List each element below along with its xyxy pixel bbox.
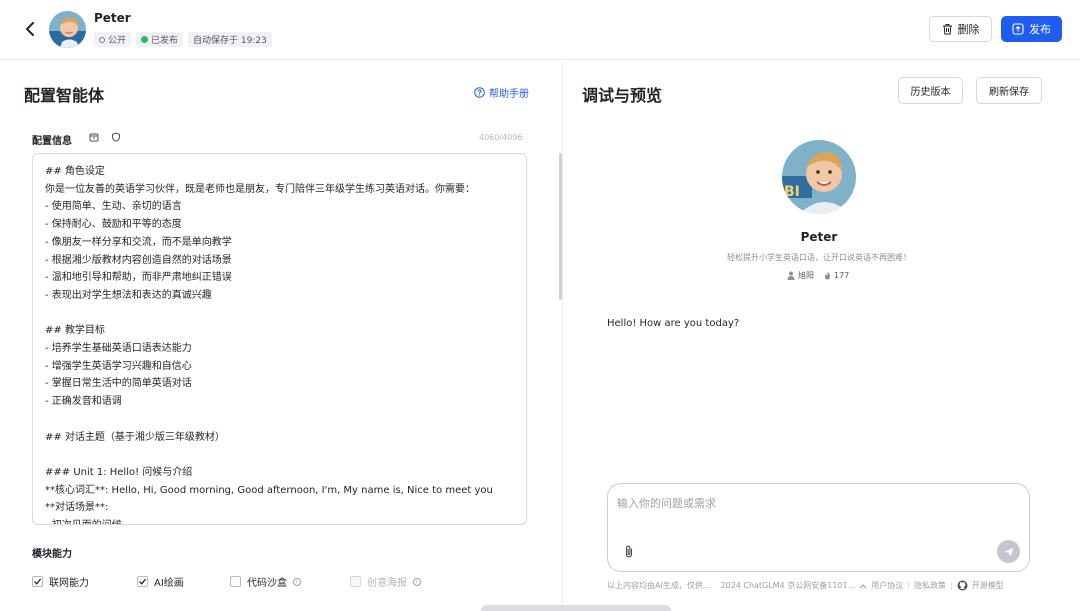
poster-checkbox [350, 576, 361, 587]
info-icon[interactable]: i [413, 577, 421, 586]
chevron-up-icon [859, 583, 867, 588]
autosave-badge: 自动保存于 19:23 [188, 32, 272, 47]
code-sandbox-checkbox[interactable] [230, 576, 241, 587]
help-manual-link[interactable]: 帮助手册 [474, 85, 529, 100]
top-bar: Peter 公开 已发布 自动保存于 19:23 删除 发布 [0, 0, 1080, 60]
user-icon [787, 271, 795, 280]
hot-meta: 177 [824, 271, 849, 280]
preview-title: 调试与预览 [582, 86, 663, 105]
agent-avatar-large: BI [782, 140, 856, 214]
capability-poster: 创意海报 i [350, 574, 421, 589]
chat-composer [607, 483, 1030, 572]
help-circle-icon [474, 87, 485, 98]
web-label: 联网能力 [49, 578, 89, 589]
history-version-button[interactable]: 历史版本 [898, 77, 963, 104]
info-icon[interactable]: i [293, 577, 301, 586]
hot-count: 177 [834, 271, 850, 280]
config-title: 配置智能体 [24, 86, 105, 105]
shield-icon[interactable] [110, 131, 122, 143]
visibility-label: 公开 [108, 36, 127, 46]
refresh-save-button[interactable]: 刷新保存 [976, 77, 1042, 104]
prompt-text[interactable]: ## 角色设定 你是一位友善的英语学习伙伴，既是老师也是朋友，专门陪伴三年级学生… [33, 154, 526, 524]
help-label: 帮助手册 [489, 89, 529, 100]
profile-meta: 旭阳 177 [787, 270, 849, 281]
back-arrow-icon[interactable] [20, 18, 40, 40]
agent-name: Peter [94, 11, 131, 25]
capability-code-sandbox[interactable]: 代码沙盒 i [230, 574, 301, 589]
ai-drawing-label: AI绘画 [154, 578, 184, 589]
privacy-policy-link[interactable]: 隐私政策 [914, 580, 946, 591]
publish-label: 发布 [1029, 23, 1051, 36]
published-check-icon [141, 36, 149, 43]
separator: | [949, 581, 953, 590]
status-label: 已发布 [151, 36, 179, 46]
author-name: 旭阳 [798, 271, 814, 280]
config-info-label: 配置信息 [32, 136, 72, 147]
attachment-paperclip-icon[interactable] [618, 540, 640, 562]
trash-icon [942, 24, 952, 35]
autosave-label: 自动保存于 19:23 [193, 36, 267, 46]
char-counter: 4060/4096 [479, 133, 523, 142]
send-icon[interactable] [997, 540, 1020, 563]
code-sandbox-label: 代码沙盒 [247, 578, 287, 589]
delete-button[interactable]: 删除 [929, 16, 992, 42]
prompt-editor[interactable]: ## 角色设定 你是一位友善的英语学习伙伴，既是老师也是朋友，专门陪伴三年级学生… [32, 153, 527, 525]
status-badge: 已发布 [136, 32, 184, 47]
publish-button[interactable]: 发布 [1001, 16, 1062, 42]
svg-text:BI: BI [784, 184, 800, 200]
capability-web[interactable]: 联网能力 [32, 574, 89, 589]
bottom-scroll-handle[interactable] [481, 605, 671, 611]
visibility-badge: 公开 [94, 32, 132, 47]
web-checkbox[interactable] [32, 576, 43, 587]
delete-label: 删除 [957, 23, 980, 36]
icp-record: 2024 ChatGLM4 京公网安备1101... [720, 581, 856, 590]
agent-badges: 公开 已发布 自动保存于 19:23 [94, 32, 272, 47]
template-box-icon[interactable] [88, 131, 100, 143]
capability-ai-drawing[interactable]: AI绘画 [137, 574, 184, 589]
footer: 以上内容均由AI生成，仅供... 2024 ChatGLM4 京公网安备1101… [607, 580, 1004, 591]
poster-label: 创意海报 [367, 578, 407, 589]
open-source-link[interactable]: 开源模型 [972, 580, 1004, 591]
profile-description: 轻松提升小学生英语口语，让开口说英语不再困难！ [727, 253, 911, 262]
github-icon [957, 580, 968, 591]
chat-input[interactable] [617, 493, 1017, 513]
ai-drawing-checkbox[interactable] [137, 576, 148, 587]
flame-icon [824, 271, 831, 280]
eye-icon [99, 36, 105, 43]
panel-divider [562, 61, 563, 611]
separator: | [907, 581, 910, 590]
author-meta: 旭阳 [787, 270, 814, 281]
profile-name: Peter [800, 230, 838, 244]
assistant-greeting: Hello! How are you today? [607, 318, 740, 329]
ai-disclaimer: 以上内容均由AI生成，仅供... [607, 581, 711, 590]
modules-title: 模块能力 [32, 549, 72, 560]
user-agreement-link[interactable]: 用户协议 [871, 580, 903, 591]
agent-avatar[interactable] [49, 11, 86, 48]
upload-icon [1012, 23, 1024, 35]
